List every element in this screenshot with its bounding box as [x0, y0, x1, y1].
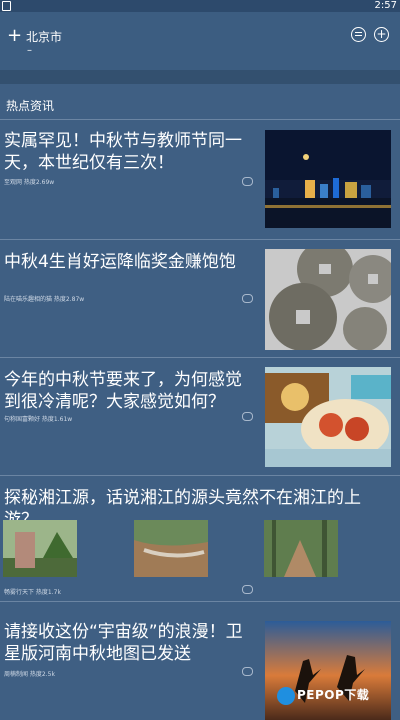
- comment-icon[interactable]: [351, 27, 366, 42]
- divider-bar: [0, 70, 400, 84]
- add-circle-icon[interactable]: +: [374, 27, 389, 42]
- city-name[interactable]: 北京市: [26, 28, 62, 45]
- news-title[interactable]: 请接收这份“宇宙级”的浪漫！卫星版河南中秋地图已发送: [4, 621, 254, 665]
- news-item[interactable]: 实属罕见！中秋节与教师节同一天，本世纪仅有三次！ 至观网 热度2.69w: [0, 122, 400, 240]
- section-header: 热点资讯: [0, 86, 400, 120]
- news-thumbnail[interactable]: [265, 249, 391, 350]
- header: + 北京市 – +: [0, 12, 400, 70]
- news-item[interactable]: 探秘湘江源，话说湘江的源头竟然不在湘江的上游？ 畅雾行天下 热度1.7k: [0, 477, 400, 602]
- add-city-button[interactable]: +: [7, 27, 22, 45]
- news-meta: 周楠制闻 热度2.5k: [4, 671, 55, 678]
- city-indicator: –: [27, 45, 32, 56]
- news-title[interactable]: 中秋4生肖好运降临奖金赚饱饱: [4, 251, 254, 273]
- news-title[interactable]: 实属罕见！中秋节与教师节同一天，本世纪仅有三次！: [4, 130, 254, 174]
- news-thumbnail[interactable]: [265, 621, 391, 720]
- notification-icon: [2, 1, 11, 11]
- news-thumbnail[interactable]: [264, 520, 338, 577]
- dislike-icon[interactable]: [242, 294, 253, 303]
- status-bar: 2:57: [0, 0, 400, 12]
- news-item[interactable]: 今年的中秋节要来了，为何感觉到很冷清呢？大家感觉如何？ 句称国富颗好 热度1.6…: [0, 359, 400, 476]
- news-item[interactable]: 中秋4生肖好运降临奖金赚饱饱 陆在喵乐趣相的猫 热度2.87w: [0, 241, 400, 358]
- dislike-icon[interactable]: [242, 177, 253, 186]
- news-thumbnail[interactable]: [134, 520, 208, 577]
- watermark-logo-icon: [277, 686, 295, 705]
- dislike-icon[interactable]: [242, 412, 253, 421]
- dislike-icon[interactable]: [242, 585, 253, 594]
- news-meta: 至观网 热度2.69w: [4, 179, 55, 186]
- news-thumbnail[interactable]: [265, 367, 391, 467]
- news-thumbnail[interactable]: [265, 130, 391, 228]
- dislike-icon[interactable]: [242, 667, 253, 676]
- news-thumbnail[interactable]: [3, 520, 77, 577]
- section-title: 热点资讯: [6, 99, 55, 113]
- news-title[interactable]: 今年的中秋节要来了，为何感觉到很冷清呢？大家感觉如何？: [4, 369, 254, 413]
- news-meta: 陆在喵乐趣相的猫 热度2.87w: [4, 296, 85, 303]
- status-time: 2:57: [374, 0, 397, 11]
- watermark: PEPOP下载: [277, 686, 369, 705]
- news-meta: 句称国富颗好 热度1.61w: [4, 416, 73, 423]
- news-meta: 畅雾行天下 热度1.7k: [4, 589, 61, 596]
